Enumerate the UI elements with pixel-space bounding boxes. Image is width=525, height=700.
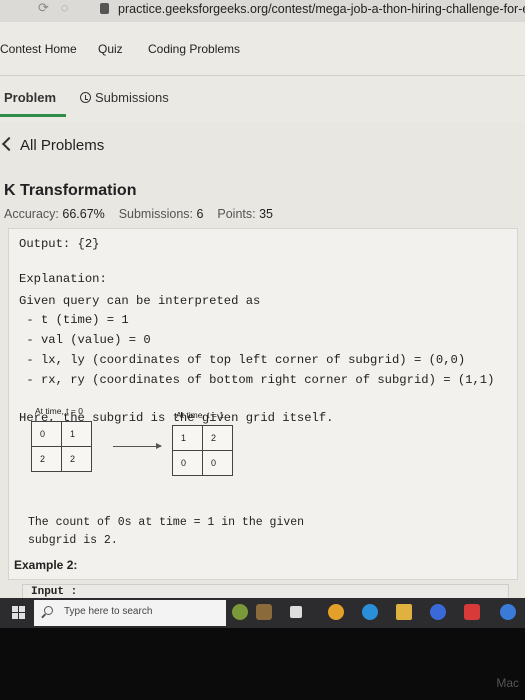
points-label: Points: xyxy=(217,207,256,221)
grid-cell: 0 xyxy=(172,450,203,476)
url-text[interactable]: practice.geeksforgeeks.org/contest/mega-… xyxy=(118,2,525,16)
nav-contest-home[interactable]: Contest Home xyxy=(0,42,77,56)
widget-icon[interactable] xyxy=(256,604,272,620)
windows-start-icon[interactable] xyxy=(12,606,25,619)
grid-cell: 2 xyxy=(202,425,233,451)
output-line: Output: {2} xyxy=(19,237,100,251)
all-problems-link[interactable]: All Problems xyxy=(1,136,105,154)
taskbar: Type here to search xyxy=(0,598,525,628)
grid-cell: 1 xyxy=(61,421,92,447)
explanation-line: Given query can be interpreted as xyxy=(19,294,261,308)
tab-problem[interactable]: Problem xyxy=(4,90,56,105)
count-line: subgrid is 2. xyxy=(28,534,118,547)
example-2-heading: Example 2: xyxy=(14,558,78,572)
accuracy-value: 66.67% xyxy=(62,207,105,221)
browser-address-bar[interactable]: ⟳◌ practice.geeksforgeeks.org/contest/me… xyxy=(0,0,525,22)
cortana-icon[interactable] xyxy=(232,604,248,620)
file-explorer-icon[interactable] xyxy=(396,604,412,620)
taskbar-search-input[interactable]: Type here to search xyxy=(34,600,226,626)
search-icon xyxy=(44,606,53,615)
problem-title: K Transformation xyxy=(4,182,137,199)
app-icon[interactable] xyxy=(500,604,516,620)
chevron-left-icon xyxy=(1,136,17,152)
bezel-brand: Mac xyxy=(496,676,519,690)
count-line: The count of 0s at time = 1 in the given xyxy=(28,516,305,529)
accuracy-label: Accuracy: xyxy=(4,207,59,221)
clock-icon xyxy=(80,92,91,103)
all-problems-label: All Problems xyxy=(20,137,105,154)
tab-submissions[interactable]: Submissions xyxy=(80,90,169,105)
explanation-line: - val (value) = 0 xyxy=(19,333,151,347)
site-nav: Contest Home Quiz Coding Problems xyxy=(0,22,525,76)
grid-cell: 2 xyxy=(31,446,62,472)
explanation-line: - rx, ry (coordinates of bottom right co… xyxy=(19,373,495,387)
active-tab-indicator xyxy=(0,114,66,117)
mail-icon[interactable] xyxy=(430,604,446,620)
grid-t0-label: At time, t = 0 xyxy=(35,406,83,416)
submissions-value: 6 xyxy=(196,207,204,221)
input-label: Input : xyxy=(31,586,78,598)
browser-nav-icons[interactable]: ⟳◌ xyxy=(38,0,81,16)
submissions-label: Submissions: xyxy=(118,207,194,221)
lock-icon xyxy=(100,3,109,14)
explanation-line: - lx, ly (coordinates of top left corner… xyxy=(19,353,466,367)
laptop-bezel: Mac xyxy=(0,628,525,700)
points-value: 35 xyxy=(259,207,273,221)
problem-tabs: Problem Submissions xyxy=(0,76,525,122)
office-icon[interactable] xyxy=(464,604,480,620)
problem-stats: Accuracy: 66.67% Submissions: 6 Points: … xyxy=(4,207,273,221)
chrome-icon[interactable] xyxy=(328,604,344,620)
explanation-heading: Explanation: xyxy=(19,272,107,286)
taskbar-search-placeholder: Type here to search xyxy=(64,606,153,617)
nav-quiz[interactable]: Quiz xyxy=(98,42,123,56)
edge-icon[interactable] xyxy=(362,604,378,620)
grid-cell: 0 xyxy=(202,450,233,476)
nav-coding-problems[interactable]: Coding Problems xyxy=(148,42,240,56)
grid-t1-label: At time, t = 1 xyxy=(176,410,224,420)
explanation-line: - t (time) = 1 xyxy=(19,313,129,327)
grid-t1: 1 2 0 0 xyxy=(172,425,233,476)
task-view-icon[interactable] xyxy=(290,606,302,618)
grid-t0: 0 1 2 2 xyxy=(31,421,92,472)
tab-submissions-label: Submissions xyxy=(95,90,169,105)
grid-cell: 1 xyxy=(172,425,203,451)
right-arrow-icon xyxy=(113,443,162,449)
problem-statement-panel: Output: {2} Explanation: Given query can… xyxy=(8,228,518,580)
grid-cell: 0 xyxy=(31,421,62,447)
grid-cell: 2 xyxy=(61,446,92,472)
